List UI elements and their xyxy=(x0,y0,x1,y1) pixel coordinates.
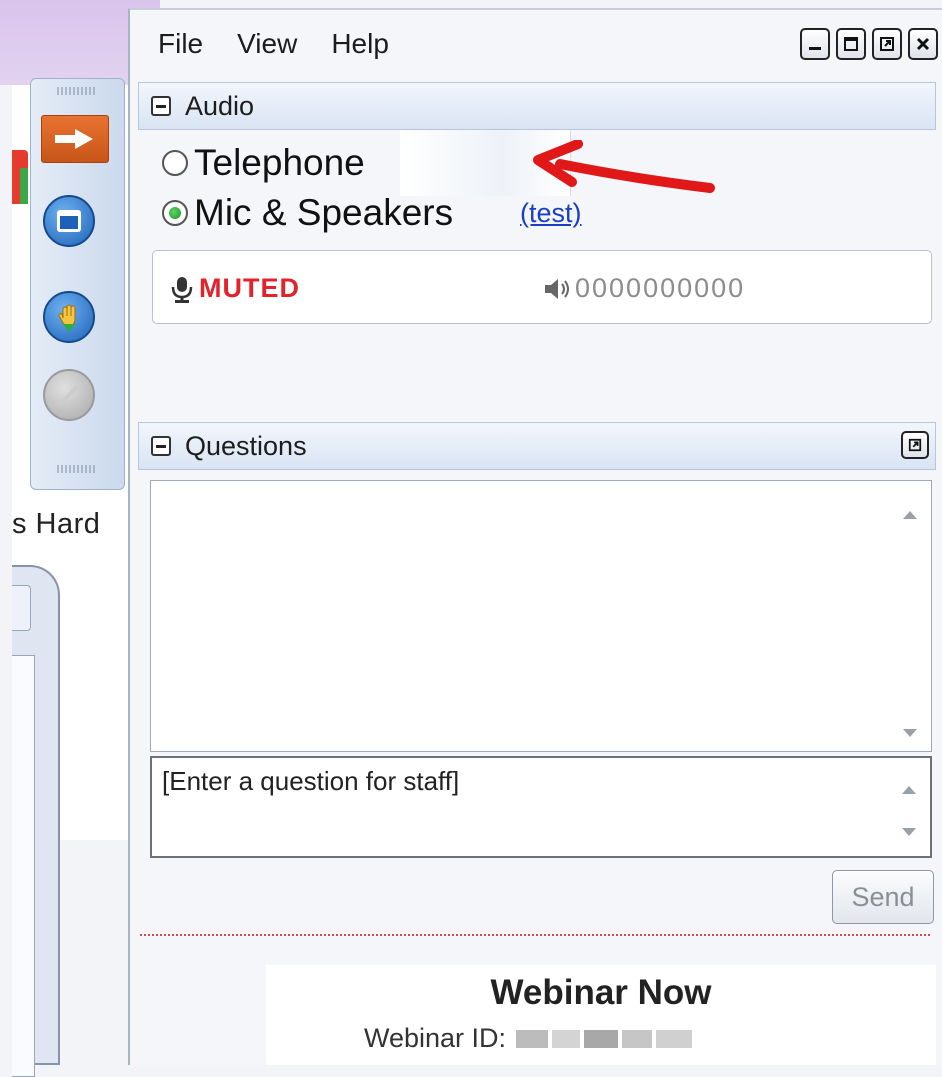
background-inner-panel xyxy=(12,655,35,1077)
redacted-block xyxy=(584,1029,619,1048)
test-audio-link[interactable]: (test) xyxy=(520,198,582,229)
mic-speakers-option[interactable]: Mic & Speakers xyxy=(162,192,453,234)
raise-hand-icon[interactable] xyxy=(43,291,95,343)
questions-popout-button[interactable] xyxy=(901,431,929,459)
input-scroll-down-icon[interactable] xyxy=(902,828,916,836)
speaker-volume-meter: 0000000000 xyxy=(543,273,745,304)
popout-icon xyxy=(908,438,922,452)
separator xyxy=(140,934,930,936)
webinar-control-panel: File View Help Audio Telephone Mic & Spe… xyxy=(128,8,942,1065)
question-input-text: [Enter a question for staff] xyxy=(162,766,460,796)
minimize-icon xyxy=(809,47,821,50)
input-scroll-up-icon[interactable] xyxy=(902,786,916,794)
muted-label: MUTED xyxy=(199,273,300,303)
toolbar-grip-top[interactable] xyxy=(57,87,97,95)
collapse-panel-arrow-icon[interactable] xyxy=(41,115,109,163)
maximize-button[interactable] xyxy=(836,28,866,60)
webinar-title: Webinar Now xyxy=(490,973,712,1012)
popout-button[interactable] xyxy=(872,28,902,60)
menu-file[interactable]: File xyxy=(158,28,203,60)
disabled-hand-icon xyxy=(43,369,95,421)
window-icon[interactable] xyxy=(43,195,95,247)
side-toolbar xyxy=(30,78,125,490)
close-button[interactable] xyxy=(908,28,938,60)
popout-icon xyxy=(880,37,894,51)
telephone-option[interactable]: Telephone xyxy=(162,142,365,184)
microphone-icon xyxy=(171,276,193,303)
telephone-radio[interactable] xyxy=(162,150,188,176)
maximize-icon xyxy=(844,37,858,51)
menu-view[interactable]: View xyxy=(237,28,297,60)
webinar-id: Webinar ID: xyxy=(364,1023,693,1054)
menu-help[interactable]: Help xyxy=(331,28,389,60)
redacted-block xyxy=(622,1029,653,1048)
background-partial-label: s Hard xyxy=(12,508,101,540)
speaker-icon xyxy=(545,278,569,299)
questions-collapse-icon[interactable] xyxy=(151,436,171,456)
minimize-button[interactable] xyxy=(800,28,830,60)
question-input[interactable]: [Enter a question for staff] xyxy=(150,756,932,858)
audio-section-header: Audio xyxy=(138,82,936,130)
mute-status[interactable]: MUTED xyxy=(169,273,300,304)
close-icon xyxy=(916,37,930,51)
mic-speakers-radio[interactable] xyxy=(162,200,188,226)
redacted-block xyxy=(516,1029,549,1048)
webinar-info: Webinar Now Webinar ID: xyxy=(266,965,936,1065)
redacted-block xyxy=(656,1029,693,1048)
questions-section-header: Questions xyxy=(138,422,936,470)
audio-status-box: MUTED 0000000000 xyxy=(152,250,932,324)
background-tab[interactable] xyxy=(12,585,31,631)
mic-speakers-label: Mic & Speakers xyxy=(194,192,454,233)
send-button[interactable]: Send xyxy=(832,870,934,924)
webinar-id-label: Webinar ID: xyxy=(364,1023,507,1053)
window-controls xyxy=(800,28,938,60)
volume-meter-digits: 0000000000 xyxy=(575,273,746,303)
questions-section-title: Questions xyxy=(185,430,307,461)
questions-log[interactable] xyxy=(150,480,932,752)
audio-collapse-icon[interactable] xyxy=(151,96,171,116)
redacted-block xyxy=(552,1029,581,1048)
scroll-down-icon[interactable] xyxy=(903,729,917,737)
audio-section-title: Audio xyxy=(185,90,255,121)
scroll-up-icon[interactable] xyxy=(903,511,917,519)
background-green-indicator xyxy=(20,168,28,204)
background-panel xyxy=(12,565,60,1077)
toolbar-grip-bottom[interactable] xyxy=(57,465,97,473)
telephone-label: Telephone xyxy=(194,142,365,183)
